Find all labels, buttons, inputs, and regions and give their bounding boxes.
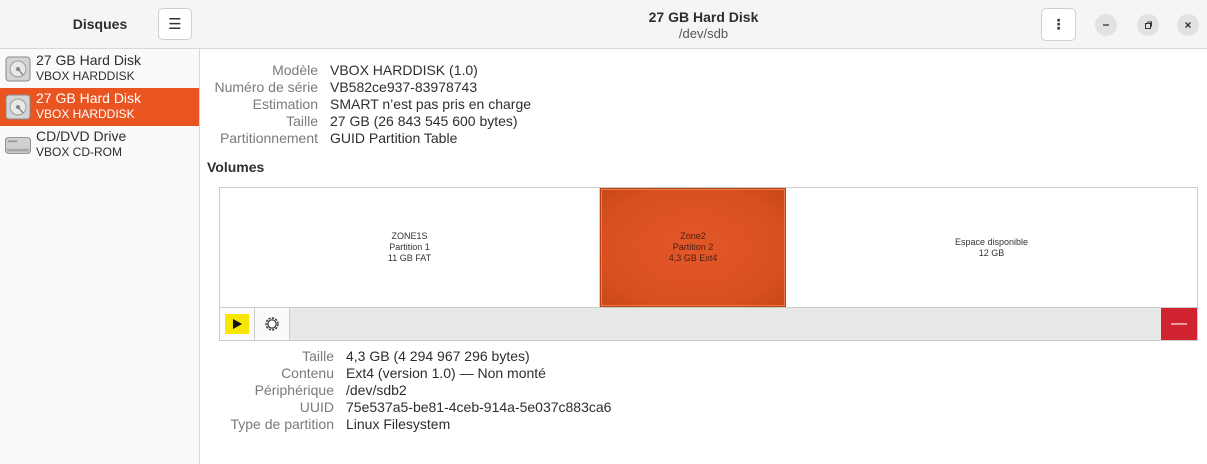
hamburger-icon: ☰ — [168, 16, 182, 33]
disk-info-label: Numéro de série — [214, 79, 319, 95]
drive-options-button[interactable]: ⋮ — [1041, 8, 1076, 41]
partition-info-label: Taille — [302, 348, 334, 364]
disk-info-label: Partitionnement — [219, 130, 318, 146]
volume-size: 11 GB FAT — [387, 253, 432, 263]
disk-info-label: Modèle — [272, 62, 318, 78]
volume-name: Zone2 — [680, 231, 706, 241]
disk-info-label: Taille — [286, 113, 318, 129]
disk-info-value: VBOX HARDDISK (1.0) — [330, 62, 478, 78]
maximize-button[interactable] — [1137, 14, 1159, 36]
partition-info-value: 4,3 GB (4 294 967 296 bytes) — [346, 348, 530, 364]
partition-info-value: Ext4 (version 1.0) — Non monté — [346, 365, 546, 381]
volume-name: Espace disponible — [954, 236, 1029, 247]
volume-zone1s[interactable]: ZONE1S Partition 1 11 GB FAT — [220, 188, 599, 307]
drive-model: VBOX HARDDISK — [36, 107, 135, 121]
drive-item-hard-disk-1[interactable]: 27 GB Hard Disk VBOX HARDDISK — [0, 50, 199, 88]
volume-size: 4,3 GB Ext4 — [668, 253, 718, 263]
volume-zone2[interactable]: Zone2 Partition 2 4,3 GB Ext4 — [600, 188, 786, 307]
volume-name: ZONE1S — [391, 231, 428, 241]
gear-icon — [265, 317, 279, 331]
optical-drive-icon — [5, 137, 31, 154]
minimize-button[interactable] — [1095, 14, 1117, 36]
partition-info-value: 75e537a5-be81-4ceb-914a-5e037c883ca6 — [346, 399, 612, 415]
volume-sub: Partition 1 — [389, 242, 430, 252]
partition-info-label: UUID — [299, 399, 334, 415]
partition-settings-button[interactable] — [255, 308, 290, 340]
drive-name: 27 GB Hard Disk — [36, 90, 142, 106]
disk-info-value: GUID Partition Table — [330, 130, 458, 146]
disk-info-label: Estimation — [252, 96, 318, 112]
restore-icon — [1145, 21, 1152, 29]
disk-info-value: 27 GB (26 843 545 600 bytes) — [330, 113, 518, 129]
drive-item-cd-dvd[interactable]: CD/DVD Drive VBOX CD-ROM — [0, 126, 199, 164]
volume-toolbar: — — [220, 307, 1197, 340]
drive-model: VBOX CD-ROM — [36, 145, 123, 159]
close-button[interactable] — [1177, 14, 1199, 36]
minus-icon: — — [1171, 315, 1187, 332]
minimize-icon — [1103, 24, 1109, 26]
close-icon — [1185, 22, 1191, 28]
main-menu-button[interactable]: ☰ — [158, 8, 192, 40]
partition-info-label: Contenu — [281, 365, 334, 381]
header-bar: 27 GB Hard Disk /dev/sdb ⋮ — [200, 0, 1207, 49]
partition-info-label: Type de partition — [230, 416, 334, 432]
volumes-map: ZONE1S Partition 1 11 GB FAT Zone2 Parti… — [219, 187, 1198, 341]
sidebar-header: Disques ☰ — [0, 0, 200, 49]
play-icon — [233, 319, 242, 329]
hard-disk-icon — [5, 56, 31, 82]
partition-info-value: Linux Filesystem — [346, 416, 451, 432]
volumes-heading: Volumes — [207, 159, 265, 175]
disk-info-value: SMART n’est pas pris en charge — [330, 96, 532, 112]
volume-free-space[interactable]: Espace disponible 12 GB — [786, 188, 1197, 307]
partition-info-value: /dev/sdb2 — [346, 382, 407, 398]
play-highlight — [225, 314, 249, 334]
drive-name: CD/DVD Drive — [36, 128, 127, 144]
disk-info-value: VB582ce937-83978743 — [330, 79, 478, 95]
drive-model: VBOX HARDDISK — [36, 69, 135, 83]
drive-item-hard-disk-2[interactable]: 27 GB Hard Disk VBOX HARDDISK — [0, 88, 199, 126]
delete-partition-button[interactable]: — — [1161, 308, 1197, 340]
drive-name: 27 GB Hard Disk — [36, 52, 142, 68]
volume-sub: Partition 2 — [672, 242, 714, 252]
volume-sub: 12 GB — [978, 247, 1005, 258]
mount-button[interactable] — [220, 308, 255, 340]
kebab-menu-icon: ⋮ — [1051, 16, 1066, 32]
partition-info-label: Périphérique — [254, 382, 334, 398]
hard-disk-icon — [5, 94, 31, 120]
sidebar: Disques ☰ 27 GB Hard Disk VBOX HARDDISK … — [0, 0, 200, 464]
